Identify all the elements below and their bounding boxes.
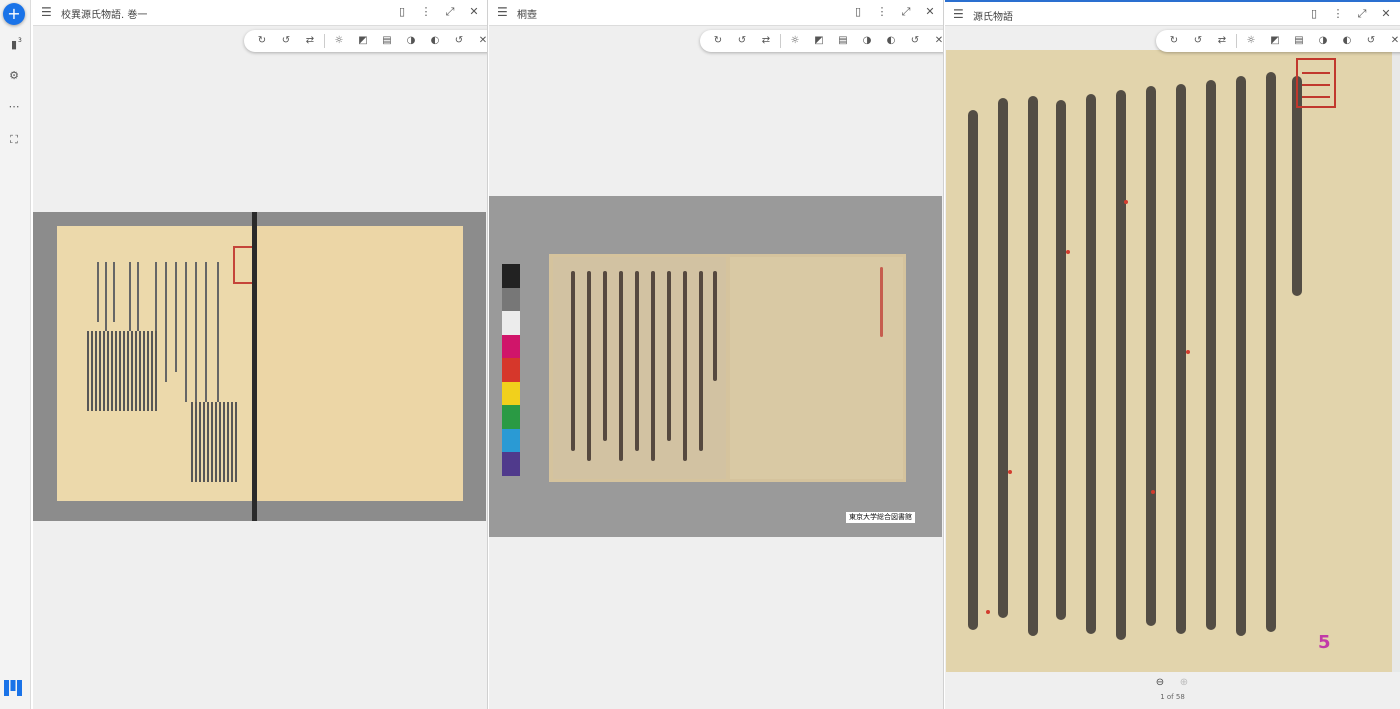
red-seal (1296, 58, 1336, 108)
page-indicator: 1 of 58 (1160, 693, 1185, 701)
invert-icon[interactable]: ◐ (1338, 32, 1356, 50)
close-tools-icon[interactable]: ✕ (474, 32, 487, 50)
grayscale-icon[interactable]: ◑ (1314, 32, 1332, 50)
image-tools-toolbar: ↻ ↺ ⇄ ☼ ◩ ▤ ◑ ◐ ↺ ✕ (244, 30, 487, 52)
saturation-icon[interactable]: ▤ (834, 32, 852, 50)
scroll-edge (1392, 50, 1400, 672)
flip-icon[interactable]: ⇄ (301, 32, 319, 50)
window-top-bar: ☰ 桐壺 ▯ ⋮ ⤢ ✕ (489, 0, 943, 26)
hamburger-menu-icon[interactable]: ☰ (41, 6, 53, 19)
color-calibration-chart (502, 264, 520, 476)
reset-icon[interactable]: ↺ (450, 32, 468, 50)
close-window-icon[interactable]: ✕ (923, 5, 937, 19)
window-title: 源氏物語 (973, 12, 1013, 23)
page-image[interactable] (33, 212, 486, 521)
workspace-rail: + ▮ 3 ⚙ ⋯ ⛶ (0, 0, 31, 709)
fullscreen-icon: ⛶ (10, 133, 18, 146)
add-resource-button[interactable]: + (3, 3, 25, 25)
rotate-cw-icon[interactable]: ↻ (1165, 32, 1183, 50)
invert-icon[interactable]: ◐ (882, 32, 900, 50)
brightness-icon[interactable]: ☼ (786, 32, 804, 50)
rotate-cw-icon[interactable]: ↻ (253, 32, 271, 50)
grayscale-icon[interactable]: ◑ (858, 32, 876, 50)
settings-button[interactable]: ⚙ (6, 68, 22, 84)
image-tools-toolbar: ↻ ↺ ⇄ ☼ ◩ ▤ ◑ ◐ ↺ ✕ (1156, 30, 1400, 52)
reset-icon[interactable]: ↺ (906, 32, 924, 50)
maximize-icon[interactable]: ⤢ (443, 5, 457, 19)
rotate-ccw-icon[interactable]: ↺ (277, 32, 295, 50)
page-number: 5 (1318, 632, 1331, 653)
hamburger-menu-icon[interactable]: ☰ (497, 6, 509, 19)
gear-icon: ⚙ (9, 69, 19, 82)
maximize-icon[interactable]: ⤢ (1355, 7, 1369, 21)
viewer-window-2: ☰ 桐壺 ▯ ⋮ ⤢ ✕ ↻ ↺ ⇄ ☼ ◩ ▤ ◑ ◐ ↺ ✕ 東京大学総合図… (489, 0, 944, 709)
book-right-page (255, 226, 463, 501)
window-top-bar: ☰ 源氏物語 ▯ ⋮ ⤢ ✕ (945, 0, 1400, 26)
flip-icon[interactable]: ⇄ (757, 32, 775, 50)
close-window-icon[interactable]: ✕ (467, 5, 481, 19)
open-book (549, 254, 906, 482)
book-spine (252, 212, 257, 521)
next-page-icon[interactable]: ⊕ (1178, 677, 1190, 689)
more-options-button[interactable]: ⋯ (6, 99, 22, 115)
window-menu-icon[interactable]: ⋮ (419, 5, 433, 19)
reset-icon[interactable]: ↺ (1362, 32, 1380, 50)
windows-icon: ▮ (10, 38, 18, 51)
page-image[interactable]: 5 (946, 50, 1400, 672)
grayscale-icon[interactable]: ◑ (402, 32, 420, 50)
view-layout-icon[interactable]: ▯ (395, 5, 409, 19)
rotate-cw-icon[interactable]: ↻ (709, 32, 727, 50)
rotate-ccw-icon[interactable]: ↺ (1189, 32, 1207, 50)
maximize-icon[interactable]: ⤢ (899, 5, 913, 19)
window-title: 校異源氏物語. 巻一 (61, 10, 148, 21)
window-list-button[interactable]: ▮ 3 (6, 37, 22, 53)
book-left-page (553, 257, 726, 479)
contrast-icon[interactable]: ◩ (810, 32, 828, 50)
rotate-ccw-icon[interactable]: ↺ (733, 32, 751, 50)
view-layout-icon[interactable]: ▯ (851, 5, 865, 19)
mirador-workspace: + ▮ 3 ⚙ ⋯ ⛶ ☰ 校異源氏物語. 巻一 ▯ ⋮ ⤢ ✕ ↻ ↺ ⇄ ☼ (0, 0, 1400, 709)
close-window-icon[interactable]: ✕ (1379, 7, 1393, 21)
viewer-window-3: ☰ 源氏物語 ▯ ⋮ ⤢ ✕ 5 ↻ ↺ ⇄ ☼ ◩ ▤ ◑ ◐ ↺ ✕ ⊖ ⊕… (945, 0, 1400, 709)
contrast-icon[interactable]: ◩ (1266, 32, 1284, 50)
toolbar-divider (780, 34, 781, 48)
brightness-icon[interactable]: ☼ (330, 32, 348, 50)
page-navigation: ⊖ ⊕ 1 of 58 (945, 673, 1400, 709)
previous-page-icon[interactable]: ⊖ (1154, 677, 1166, 689)
invert-icon[interactable]: ◐ (426, 32, 444, 50)
toolbar-divider (1236, 34, 1237, 48)
page-image[interactable]: 東京大学総合図書館 (489, 196, 942, 537)
image-tools-toolbar: ↻ ↺ ⇄ ☼ ◩ ▤ ◑ ◐ ↺ ✕ (700, 30, 943, 52)
toolbar-divider (324, 34, 325, 48)
mirador-logo-icon (4, 680, 22, 696)
view-layout-icon[interactable]: ▯ (1307, 7, 1321, 21)
close-tools-icon[interactable]: ✕ (930, 32, 943, 50)
institution-caption: 東京大学総合図書館 (846, 512, 915, 523)
more-horizontal-icon: ⋯ (8, 100, 20, 113)
hamburger-menu-icon[interactable]: ☰ (953, 8, 965, 21)
fullscreen-button[interactable]: ⛶ (6, 132, 22, 148)
window-top-bar: ☰ 校異源氏物語. 巻一 ▯ ⋮ ⤢ ✕ (33, 0, 487, 26)
contrast-icon[interactable]: ◩ (354, 32, 372, 50)
flip-icon[interactable]: ⇄ (1213, 32, 1231, 50)
brightness-icon[interactable]: ☼ (1242, 32, 1260, 50)
saturation-icon[interactable]: ▤ (378, 32, 396, 50)
window-menu-icon[interactable]: ⋮ (875, 5, 889, 19)
book-right-page (730, 257, 903, 479)
window-count-badge: 3 (18, 37, 22, 44)
saturation-icon[interactable]: ▤ (1290, 32, 1308, 50)
close-tools-icon[interactable]: ✕ (1386, 32, 1400, 50)
viewer-window-1: ☰ 校異源氏物語. 巻一 ▯ ⋮ ⤢ ✕ ↻ ↺ ⇄ ☼ ◩ ▤ ◑ ◐ ↺ ✕ (33, 0, 488, 709)
window-menu-icon[interactable]: ⋮ (1331, 7, 1345, 21)
window-title: 桐壺 (517, 10, 537, 21)
book-left-page (57, 226, 271, 501)
